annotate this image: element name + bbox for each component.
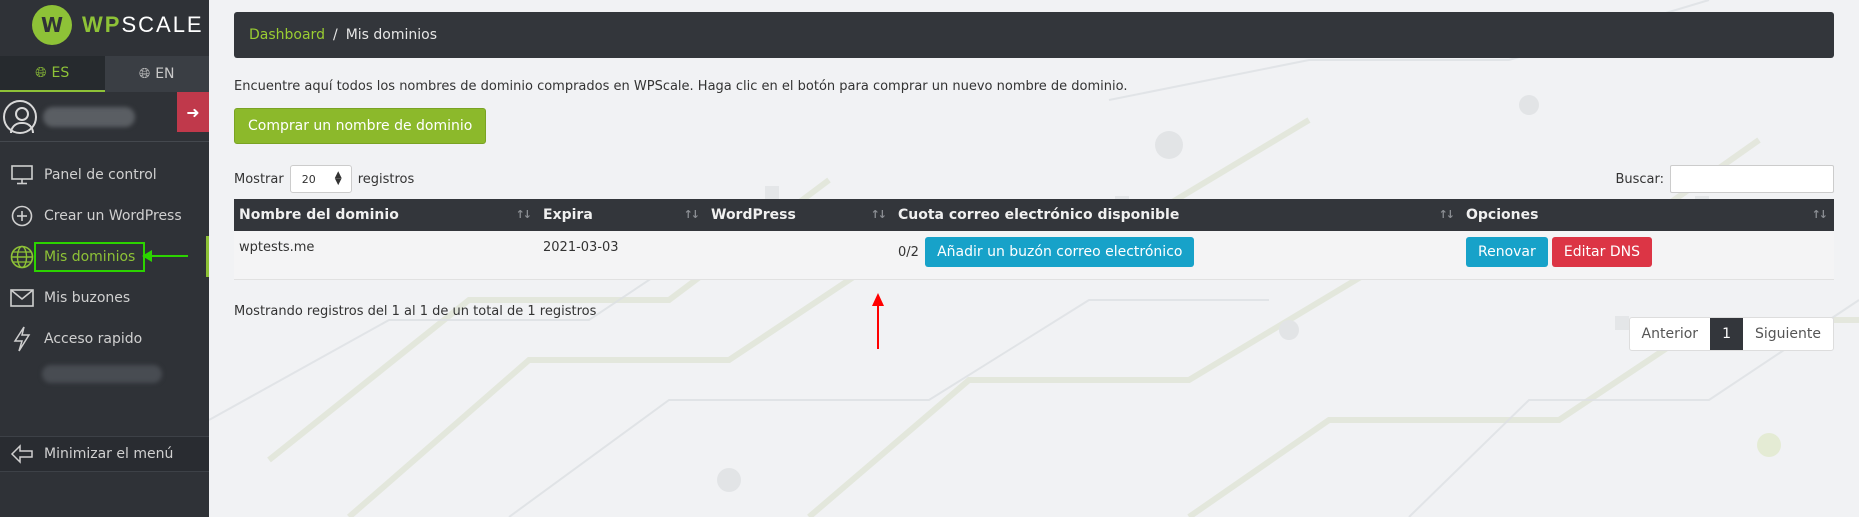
page-length-control: Mostrar 20 ▲ ▼ registros [234,165,414,193]
wpscale-logo-icon: W [32,5,72,45]
column-header-expires[interactable]: Expira ↑↓ [538,199,706,231]
sort-icon: ↑↓ [1811,208,1829,221]
plus-circle-icon [0,205,44,227]
cell-options: Renovar Editar DNS [1461,231,1834,280]
sidebar-item-redacted [42,365,162,383]
table-footer: Mostrando registros del 1 al 1 de un tot… [234,304,1834,351]
page-length-select[interactable]: 20 ▲ ▼ [289,165,352,193]
search-input[interactable] [1670,165,1834,193]
cell-domain: wptests.me [234,231,538,280]
breadcrumb-current: Mis dominios [345,27,438,43]
lang-en[interactable]: 🌐︎ EN [104,56,209,92]
cell-quota: 0/2 Añadir un buzón correo electrónico [893,231,1461,280]
page-length-value: 20 [301,172,316,186]
minimize-menu-button[interactable]: Minimizar el menú [0,436,209,472]
select-arrows-icon: ▲ ▼ [334,170,342,187]
language-switcher: 🌐︎ ES 🌐︎ EN [0,56,209,92]
column-header-wordpress[interactable]: WordPress ↑↓ [706,199,893,231]
logout-button[interactable]: ➜ [177,92,209,132]
sidebar-item-create-wordpress[interactable]: Crear un WordPress [0,195,209,236]
globe-icon: 🌐︎ [138,66,151,82]
minimize-menu-label: Minimizar el menú [44,446,174,462]
lang-es[interactable]: 🌐︎ ES [0,56,105,92]
quota-value: 0/2 [898,245,919,260]
main-area: Dashboard / Mis dominios Encuentre aquí … [209,0,1859,517]
pagination-page[interactable]: 1 [1710,317,1743,350]
bolt-icon [0,326,44,352]
sidebar: W WPSCALE 🌐︎ ES 🌐︎ EN ➜ Panel de control… [0,0,209,517]
breadcrumb-home-link[interactable]: Dashboard [249,27,325,43]
table-row: wptests.me 2021-03-03 0/2 Añadir un buzó… [234,231,1834,280]
search-control: Buscar: [1615,165,1834,193]
brand-name: WPSCALE [82,12,204,38]
edit-dns-button[interactable]: Editar DNS [1551,237,1652,267]
sidebar-item-mailboxes[interactable]: Mis buzones [0,277,209,318]
cell-wordpress [706,231,893,280]
sidebar-item-label: Mis dominios [34,241,146,272]
table-header-row: Nombre del dominio ↑↓ Expira ↑↓ WordPress ↑… [234,199,1834,231]
sidebar-item-label: Acceso rapido [44,330,143,347]
column-header-quota[interactable]: Cuota correo electrónico disponible ↑↓ [893,199,1461,231]
column-header-label: WordPress [711,207,796,223]
lang-en-label: EN [155,66,175,82]
pagination-previous[interactable]: Anterior [1630,318,1711,350]
brand-logo[interactable]: W WPSCALE [0,0,209,50]
table-info: Mostrando registros del 1 al 1 de un tot… [234,303,597,319]
column-header-domain[interactable]: Nombre del dominio ↑↓ [234,199,538,231]
username-redacted [43,106,135,127]
brand-name-suffix: SCALE [121,12,204,37]
monitor-icon [0,164,44,185]
sidebar-item-label: Panel de control [44,166,157,183]
user-row: ➜ [0,92,209,142]
column-header-label: Nombre del dominio [239,207,399,223]
add-mailbox-button[interactable]: Añadir un buzón correo electrónico [925,237,1195,267]
column-header-label: Cuota correo electrónico disponible [898,207,1180,223]
column-header-options[interactable]: Opciones ↑↓ [1461,199,1834,231]
sidebar-item-label: Crear un WordPress [44,207,182,224]
sidebar-menu: Panel de control Crear un WordPress Mis … [0,154,209,383]
search-label: Buscar: [1615,171,1664,187]
brand-name-prefix: WP [82,12,122,37]
sidebar-item-domains[interactable]: Mis dominios [0,236,209,277]
sort-icon: ↑↓ [870,208,888,221]
annotation-arrow-red [872,293,884,349]
intro-text: Encuentre aquí todos los nombres de domi… [234,79,1128,94]
buy-domain-button[interactable]: Comprar un nombre de dominio [234,108,487,144]
breadcrumb: Dashboard / Mis dominios [234,12,1834,58]
user-avatar-icon[interactable] [3,99,37,134]
arrow-left-icon [0,444,44,464]
column-header-label: Opciones [1466,207,1539,223]
table-controls: Mostrar 20 ▲ ▼ registros Buscar: [234,165,1834,193]
logout-icon: ➜ [186,102,200,122]
sidebar-item-label: Mis buzones [44,289,131,306]
breadcrumb-separator: / [332,27,338,43]
renew-button[interactable]: Renovar [1466,237,1548,267]
content: Dashboard / Mis dominios Encuentre aquí … [234,12,1834,351]
cell-expires: 2021-03-03 [538,231,706,280]
sort-icon: ↑↓ [1438,208,1456,221]
sidebar-item-panel[interactable]: Panel de control [0,154,209,195]
annotation-arrow-green [142,250,188,262]
records-label: registros [357,171,415,187]
show-label: Mostrar [234,171,284,187]
sort-icon: ↑↓ [515,208,533,221]
domains-table: Nombre del dominio ↑↓ Expira ↑↓ WordPress ↑… [234,199,1834,280]
lang-es-label: ES [51,65,70,81]
column-header-label: Expira [543,207,593,223]
sort-icon: ↑↓ [683,208,701,221]
globe-icon: 🌐︎ [35,65,47,81]
pagination-next[interactable]: Siguiente [1743,318,1833,350]
pagination: Anterior 1 Siguiente [1628,316,1834,351]
sidebar-item-quick-access[interactable]: Acceso rapido [0,318,209,359]
mail-icon [0,288,44,307]
